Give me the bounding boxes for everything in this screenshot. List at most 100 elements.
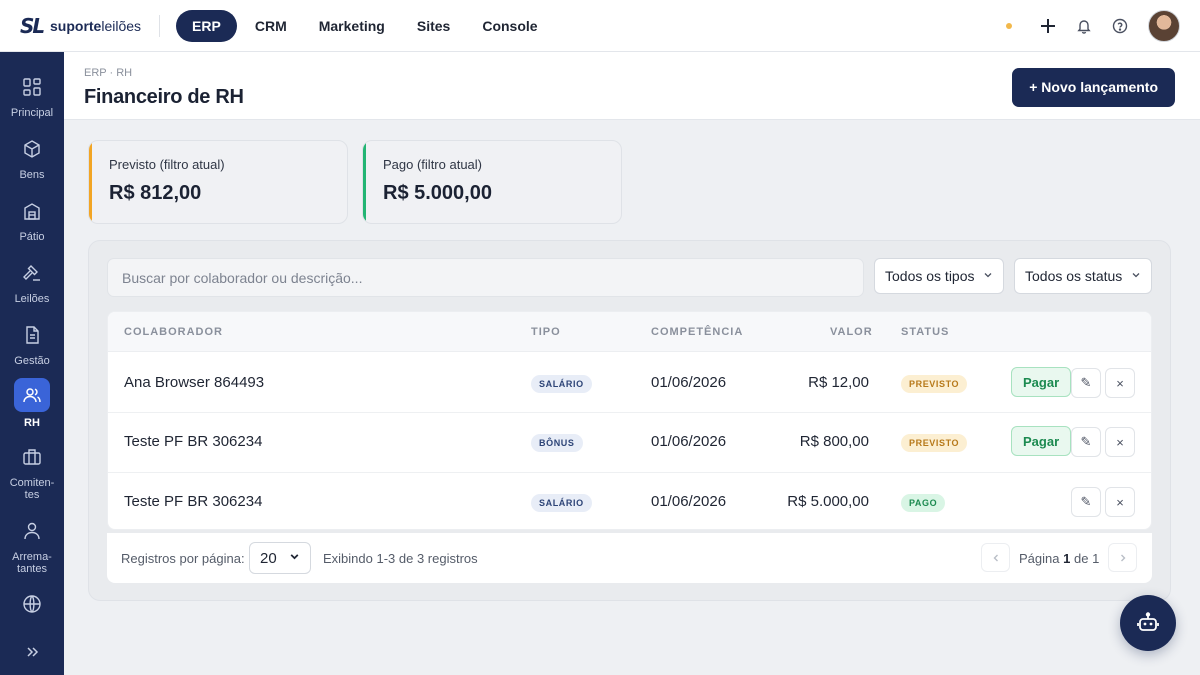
page-header: ERP · RH Financeiro de RH + Novo lançame… [64, 52, 1200, 120]
chevron-down-icon [289, 551, 300, 565]
sidebar-item-rh[interactable]: RH [0, 378, 64, 429]
help-icon[interactable] [1110, 16, 1130, 36]
chevrons-right-icon[interactable] [0, 640, 64, 664]
nav-crm[interactable]: CRM [239, 10, 303, 42]
plus-icon[interactable] [1038, 16, 1058, 36]
edit-icon[interactable]: ✎ [1071, 368, 1101, 398]
type-badge: BÔNUS [531, 434, 583, 452]
competence-date: 01/06/2026 [651, 433, 727, 450]
employee-name: Ana Browser 864493 [124, 374, 265, 391]
delete-icon[interactable]: × [1105, 487, 1135, 517]
card-label: Pago (filtro atual) [383, 157, 482, 172]
top-bar: SL suporteleilões ERP CRM Marketing Site… [0, 0, 1200, 52]
grid-icon [14, 72, 50, 102]
building-icon [14, 196, 50, 226]
edit-icon[interactable]: ✎ [1071, 487, 1101, 517]
nav-sites[interactable]: Sites [401, 10, 466, 42]
sidebar-item-principal[interactable]: Principal [0, 72, 64, 119]
competence-date: 01/06/2026 [651, 374, 727, 391]
status-badge: PREVISTO [901, 375, 968, 393]
table-row: Ana Browser 864493 SALÁRIO 01/06/2026 R$… [108, 353, 1151, 413]
sidebar-item-label: Pátio [19, 231, 45, 243]
status-badge: PREVISTO [901, 434, 968, 452]
robot-icon [1137, 612, 1159, 631]
type-filter-select[interactable]: Todos os tipos [874, 258, 1004, 294]
previous-page-button[interactable] [981, 543, 1010, 572]
card-accent [363, 141, 366, 223]
user-avatar[interactable] [1148, 10, 1180, 42]
sidebar-item-label: Gestão [14, 355, 50, 367]
status-filter-value: Todos os status [1025, 268, 1123, 284]
chevron-down-icon [1131, 270, 1141, 283]
page-title: Financeiro de RH [84, 86, 244, 108]
type-filter-value: Todos os tipos [885, 268, 975, 284]
column-header[interactable]: COMPETÊNCIA [651, 326, 743, 338]
person-icon [14, 516, 50, 546]
sidebar-item-patio[interactable]: Pátio [0, 196, 64, 243]
gavel-icon [14, 258, 50, 288]
assistant-bot-button[interactable] [1120, 595, 1176, 651]
column-header[interactable]: STATUS [901, 326, 949, 338]
sidebar-item-comitentes[interactable]: Comiten-tes [0, 442, 64, 501]
type-badge: SALÁRIO [531, 375, 592, 393]
next-page-button[interactable] [1108, 543, 1137, 572]
divider [159, 14, 161, 37]
amount: R$ 5.000,00 [787, 493, 869, 510]
nav-marketing[interactable]: Marketing [303, 10, 401, 42]
pay-button[interactable]: Pagar [1011, 367, 1072, 397]
box-icon [14, 134, 50, 164]
table-footer: Registros por página: 20 Exibindo 1-3 de… [107, 533, 1152, 583]
nav-console[interactable]: Console [466, 10, 553, 42]
per-page-select[interactable]: 20 [249, 542, 311, 574]
sidebar-item-label: Comiten-tes [9, 477, 55, 501]
per-page-value: 20 [260, 549, 277, 567]
search-input[interactable] [107, 258, 864, 297]
forecast-card: Previsto (filtro atual) R$ 812,00 [88, 140, 348, 224]
table-row: Teste PF BR 306234 BÔNUS 01/06/2026 R$ 8… [108, 413, 1151, 473]
sidebar-item-leiloes[interactable]: Leilões [0, 258, 64, 305]
card-label: Previsto (filtro atual) [109, 157, 225, 172]
sidebar-item-bens[interactable]: Bens [0, 134, 64, 181]
brand-logo[interactable]: SL suporteleilões [20, 0, 141, 52]
competence-date: 01/06/2026 [651, 493, 727, 510]
table-header: COLABORADOR TIPO COMPETÊNCIA VALOR STATU… [108, 312, 1151, 352]
briefcase-icon [14, 442, 50, 472]
per-page-label: Registros por página: [121, 551, 245, 566]
pay-button[interactable]: Pagar [1011, 426, 1072, 456]
delete-icon[interactable]: × [1105, 368, 1135, 398]
top-right-actions [1006, 0, 1180, 52]
sidebar-item-label: Principal [10, 107, 54, 119]
card-accent [89, 141, 92, 223]
sidebar-item-gestao[interactable]: Gestão [0, 320, 64, 367]
edit-icon[interactable]: ✎ [1071, 427, 1101, 457]
sidebar-item-arrematantes[interactable]: Arrema-tantes [0, 516, 64, 575]
status-filter-select[interactable]: Todos os status [1014, 258, 1152, 294]
column-header[interactable]: COLABORADOR [124, 326, 223, 338]
card-value: R$ 812,00 [109, 182, 202, 204]
sidebar-item-label: Bens [19, 169, 45, 181]
column-header[interactable]: VALOR [830, 326, 873, 338]
employee-name: Teste PF BR 306234 [124, 493, 263, 510]
logo-text: suporteleilões [50, 17, 142, 34]
document-icon [14, 320, 50, 350]
chevron-down-icon [983, 270, 993, 283]
column-header[interactable]: TIPO [531, 326, 561, 338]
sidebar-item-sites[interactable] [0, 589, 64, 619]
sidebar-item-label: RH [24, 417, 40, 429]
records-info: Exibindo 1-3 de 3 registros [323, 551, 478, 566]
users-icon [14, 378, 50, 412]
logo-mark: SL [20, 13, 45, 38]
sidebar-item-label: Arrema-tantes [12, 551, 52, 575]
delete-icon[interactable]: × [1105, 427, 1135, 457]
sidebar: Principal Bens Pátio Leilões Gestão RH C… [0, 52, 64, 675]
top-nav: ERP CRM Marketing Sites Console [176, 9, 554, 42]
nav-erp[interactable]: ERP [176, 9, 237, 42]
records-table: COLABORADOR TIPO COMPETÊNCIA VALOR STATU… [107, 311, 1152, 530]
status-badge: PAGO [901, 494, 946, 512]
globe-icon [14, 589, 50, 619]
new-entry-button[interactable]: + Novo lançamento [1012, 68, 1175, 107]
amount: R$ 12,00 [808, 374, 869, 391]
bell-icon[interactable] [1074, 16, 1094, 36]
status-dot [1006, 23, 1012, 29]
card-value: R$ 5.000,00 [383, 182, 492, 204]
